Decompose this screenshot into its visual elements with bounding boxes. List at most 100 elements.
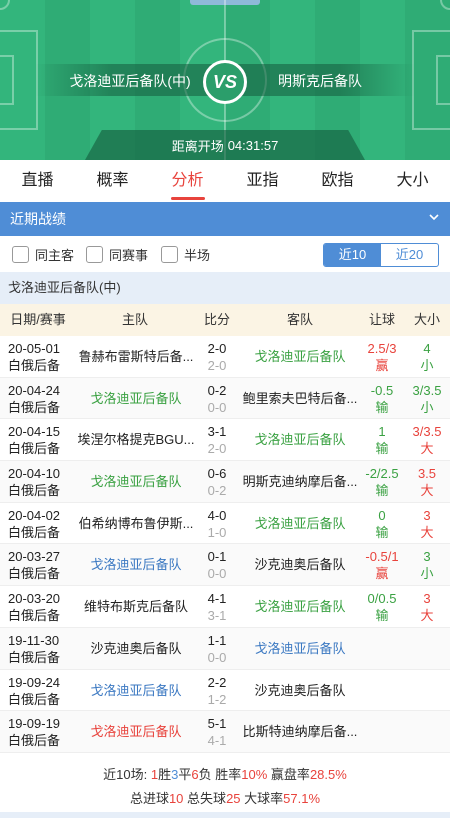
- recent-10-button[interactable]: 近10: [324, 244, 381, 266]
- recent-count-toggle: 近10 近20: [323, 243, 439, 267]
- home-team[interactable]: 埃涅尔格提克BGU...: [72, 419, 200, 460]
- recent-20-button[interactable]: 近20: [381, 244, 438, 266]
- table-row[interactable]: 19-09-19 白俄后备 戈洛迪亚后备队 5-1 4-1 比斯特迪纳摩后备...: [0, 711, 450, 753]
- handicap-result: 输: [375, 524, 389, 540]
- summary-goals-against: 25: [226, 791, 241, 806]
- summary-hc-rate-label: 赢盘率: [270, 767, 310, 782]
- bottom-divider: [0, 812, 450, 818]
- section-recent-form[interactable]: 近期战绩: [0, 202, 450, 236]
- pitch-goal-box-right: [436, 55, 450, 105]
- table-row[interactable]: 20-04-24 白俄后备 戈洛迪亚后备队 0-2 0-0 鲍里索夫巴特后备... -0.5…: [0, 377, 450, 420]
- home-team-name[interactable]: 戈洛迪亚后备队(中): [60, 71, 200, 91]
- kickoff-countdown: 距离开场 04:31:57: [85, 130, 365, 160]
- same-home-away-checkbox[interactable]: 同主客: [12, 245, 74, 263]
- table-row[interactable]: 20-03-20 白俄后备 维特布斯克后备队 4-1 3-1 戈洛迪亚后备队 0/0.5 输 3…: [0, 586, 450, 628]
- away-team-name[interactable]: 明斯克后备队: [250, 71, 390, 91]
- home-team[interactable]: 戈洛迪亚后备队: [72, 670, 200, 711]
- home-team[interactable]: 戈洛迪亚后备队: [72, 461, 200, 502]
- half-time-score: 0-2: [207, 483, 227, 499]
- checkbox-label: 同主客: [35, 247, 75, 263]
- match-league: 白俄后备: [8, 441, 61, 457]
- over-under-line: 3: [423, 591, 431, 607]
- table-row[interactable]: 20-04-02 白俄后备 伯希纳博布鲁伊斯... 4-0 1-0 戈洛迪亚后备队 0 输 3 大: [0, 503, 450, 545]
- summary-line-1: 近10场: 1胜3平6负 胜率10% 赢盘率28.5%: [0, 764, 450, 783]
- match-league: 白俄后备: [8, 691, 61, 707]
- summary-over-rate-label: 大球率: [244, 791, 284, 806]
- full-time-score: 0-2: [207, 382, 227, 398]
- checkbox-box[interactable]: [12, 245, 29, 263]
- tab-live[interactable]: 直播: [0, 160, 75, 202]
- table-row[interactable]: 20-04-15 白俄后备 埃涅尔格提克BGU... 3-1 2-0 戈洛迪亚后备队 1 输 3…: [0, 419, 450, 462]
- half-time-score: 3-1: [207, 608, 227, 624]
- tab-asian-handicap[interactable]: 亚指: [225, 160, 300, 202]
- countdown-label: 距离开场: [171, 138, 224, 154]
- handicap-result: 输: [375, 399, 389, 415]
- full-time-score: 1-1: [207, 632, 227, 648]
- away-team[interactable]: 戈洛迪亚后备队: [236, 628, 364, 669]
- away-team[interactable]: 鲍里索夫巴特后备...: [236, 378, 364, 419]
- handicap-line: -2/2.5: [365, 466, 399, 482]
- tab-probability[interactable]: 概率: [75, 160, 150, 202]
- tab-analysis[interactable]: 分析: [150, 160, 225, 202]
- checkbox-box[interactable]: [86, 245, 103, 263]
- handicap-result: 赢: [375, 566, 389, 582]
- tab-over-under[interactable]: 大小: [375, 160, 450, 202]
- match-league: 白俄后备: [8, 358, 61, 373]
- score-cell: 0-1 0-0: [200, 548, 234, 582]
- checkbox-box[interactable]: [161, 245, 178, 263]
- full-time-score: 0-1: [207, 549, 227, 565]
- handicap-result: 输: [375, 483, 389, 499]
- away-team[interactable]: 沙克迪奥后备队: [236, 670, 364, 711]
- match-date: 20-03-20: [8, 591, 61, 607]
- chevron-down-icon[interactable]: [428, 202, 440, 236]
- away-team[interactable]: 明斯克迪纳摩后备...: [236, 461, 364, 502]
- half-time-checkbox[interactable]: 半场: [161, 245, 210, 263]
- table-row[interactable]: 19-11-30 白俄后备 沙克迪奥后备队 1-1 0-0 戈洛迪亚后备队: [0, 627, 450, 670]
- table-row[interactable]: 20-04-10 白俄后备 戈洛迪亚后备队 0-6 0-2 明斯克迪纳摩后备... -2/2…: [0, 461, 450, 503]
- home-team[interactable]: 鲁赫布雷斯特后备...: [72, 336, 200, 377]
- home-team[interactable]: 沙克迪奥后备队: [72, 628, 200, 669]
- table-row[interactable]: 20-03-27 白俄后备 戈洛迪亚后备队 0-1 0-0 沙克迪奥后备队 -0.5/1 赢 3…: [0, 544, 450, 587]
- form-summary: 近10场: 1胜3平6负 胜率10% 赢盘率28.5% 总进球10 总失球25 …: [0, 754, 450, 818]
- over-under-line: 4: [423, 341, 431, 356]
- away-team[interactable]: 比斯特迪纳摩后备...: [236, 711, 364, 752]
- away-team[interactable]: 戈洛迪亚后备队: [236, 586, 364, 627]
- tab-european-odds[interactable]: 欧指: [300, 160, 375, 202]
- match-date-cell: 20-04-02 白俄后备: [8, 507, 72, 541]
- match-date: 20-04-15: [8, 424, 61, 440]
- table-row[interactable]: 19-09-24 白俄后备 戈洛迪亚后备队 2-2 1-2 沙克迪奥后备队: [0, 670, 450, 712]
- match-date-cell: 19-11-30 白俄后备: [8, 632, 72, 666]
- handicap-line: -0.5/1: [365, 549, 399, 565]
- away-team[interactable]: 戈洛迪亚后备队: [236, 336, 364, 377]
- pitch-corner-left: [0, 0, 10, 10]
- away-team[interactable]: 沙克迪奥后备队: [236, 544, 364, 585]
- full-time-score: 2-0: [207, 341, 227, 356]
- match-list: 20-05-01 白俄后备 鲁赫布雷斯特后备... 2-0 2-0 戈洛迪亚后备队 2.5/…: [0, 336, 450, 753]
- summary-goals-for: 10: [168, 791, 184, 806]
- tab-bar: 直播 概率 分析 亚指 欧指 大小: [0, 160, 450, 202]
- score-cell: 3-1 2-0: [200, 423, 234, 457]
- match-league: 白俄后备: [8, 608, 61, 624]
- full-time-score: 4-1: [207, 591, 227, 607]
- handicap-cell: 2.5/3 赢: [360, 340, 404, 374]
- col-away: 客队: [286, 312, 313, 327]
- section-title: 近期战绩: [10, 211, 66, 227]
- away-team[interactable]: 戈洛迪亚后备队: [236, 419, 364, 460]
- home-team[interactable]: 戈洛迪亚后备队: [72, 378, 200, 419]
- table-row[interactable]: 20-05-01 白俄后备 鲁赫布雷斯特后备... 2-0 2-0 戈洛迪亚后备队 2.5/…: [0, 336, 450, 378]
- pitch-corner-right: [440, 0, 450, 10]
- table-header: 日期/赛事 主队 比分 客队 让球 大小: [0, 304, 450, 336]
- home-team[interactable]: 戈洛迪亚后备队: [72, 544, 200, 585]
- match-date: 19-09-24: [8, 674, 61, 690]
- away-team[interactable]: 戈洛迪亚后备队: [236, 503, 364, 544]
- same-league-checkbox[interactable]: 同赛事: [86, 245, 148, 263]
- home-team[interactable]: 伯希纳博布鲁伊斯...: [72, 503, 200, 544]
- home-team[interactable]: 维特布斯克后备队: [72, 586, 200, 627]
- full-time-score: 4-0: [207, 507, 227, 523]
- home-team[interactable]: 戈洛迪亚后备队: [72, 711, 200, 752]
- half-time-score: 1-0: [207, 524, 227, 540]
- match-date: 20-03-27: [8, 549, 61, 565]
- handicap-line: 2.5/3: [367, 341, 397, 356]
- half-time-score: 0-0: [207, 566, 227, 582]
- countdown-time: 04:31:57: [227, 137, 279, 153]
